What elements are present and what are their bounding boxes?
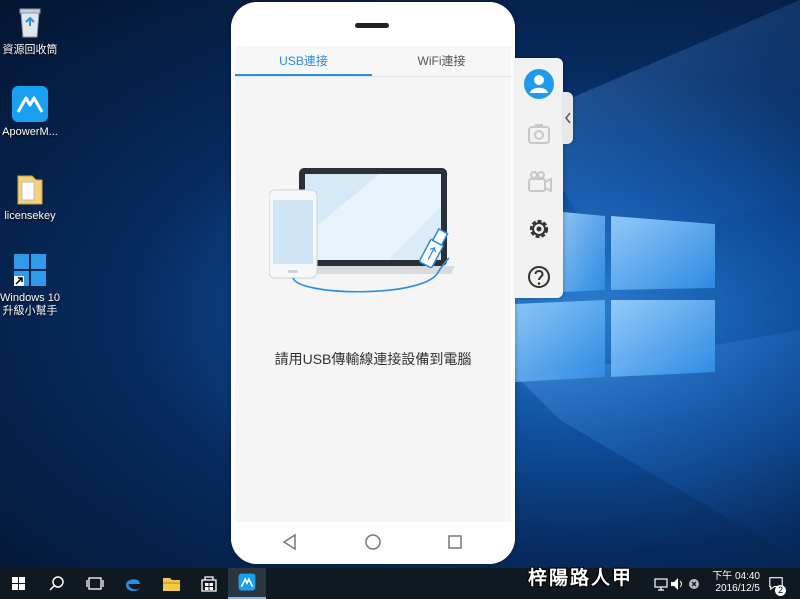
settings-icon[interactable] [523, 213, 555, 245]
screenshot-icon[interactable] [523, 118, 555, 150]
error-icon[interactable] [687, 576, 701, 592]
desktop-icon-apowermirror[interactable]: ApowerM... [0, 86, 65, 139]
task-view-icon[interactable] [76, 568, 114, 599]
file-explorer-icon[interactable] [152, 568, 190, 599]
system-clock[interactable]: 下午 04:40 2016/12/5 [712, 571, 760, 595]
watermark-text: 梓陽路人甲 [528, 567, 634, 589]
edge-browser-icon[interactable] [114, 568, 152, 599]
help-icon[interactable] [523, 261, 555, 293]
recycle-bin-icon [12, 4, 48, 40]
collapse-panel-toggle[interactable] [563, 92, 573, 144]
user-icon[interactable] [523, 68, 555, 100]
side-toolbar [515, 58, 563, 298]
home-icon[interactable] [363, 532, 383, 552]
desktop-icon-label: 資源回收筒 [2, 44, 58, 56]
windows-icon [12, 252, 48, 288]
phone-nav-bar [231, 522, 515, 564]
phone-header [231, 2, 515, 46]
desktop-icon-licensekey[interactable]: licensekey [0, 170, 65, 223]
speaker-grille [355, 23, 389, 28]
phone-screen: USB連接 WiFi連接 請用USB傳輸線連接設備到電腦 [235, 46, 511, 522]
clock-time: 下午 04:40 [712, 571, 760, 582]
desktop-icon-windows10-upgrade[interactable]: Windows 10 升級小幫手 [0, 252, 65, 318]
back-icon[interactable] [280, 532, 300, 552]
volume-icon[interactable] [670, 576, 684, 592]
desktop-icon-label: 升級小幫手 [2, 305, 58, 317]
store-icon[interactable] [190, 568, 228, 599]
folder-icon [12, 170, 48, 206]
usb-instruction-text: 請用USB傳輸線連接設備到電腦 [274, 351, 472, 367]
desktop-icon-label: ApowerM... [2, 126, 58, 138]
usb-connection-illustration [269, 168, 455, 293]
tab-wifi-connect[interactable]: WiFi連接 [372, 46, 511, 76]
desktop-icon-label: licensekey [4, 210, 56, 222]
tab-usb-connect[interactable]: USB連接 [235, 46, 372, 76]
clock-date: 2016/12/5 [715, 583, 761, 594]
apowermirror-taskbar-icon[interactable] [228, 568, 266, 599]
taskbar: 下午 04:40 2016/12/5 [0, 568, 800, 599]
record-icon[interactable] [523, 166, 555, 198]
desktop-icon-recycle-bin[interactable]: 資源回收筒 [0, 4, 65, 57]
recent-apps-icon[interactable] [445, 532, 465, 552]
start-button[interactable] [0, 568, 38, 599]
desktop-icon-label: Windows 10 [0, 292, 60, 304]
notification-count-badge: 2 [775, 585, 786, 596]
chevron-left-icon [565, 112, 571, 124]
search-icon[interactable] [38, 568, 76, 599]
apowermirror-icon [12, 86, 48, 122]
phone-frame: USB連接 WiFi連接 請用USB傳輸線連接設備到電腦 [231, 2, 515, 564]
connection-tabs: USB連接 WiFi連接 [235, 46, 511, 77]
network-icon[interactable] [654, 576, 668, 592]
